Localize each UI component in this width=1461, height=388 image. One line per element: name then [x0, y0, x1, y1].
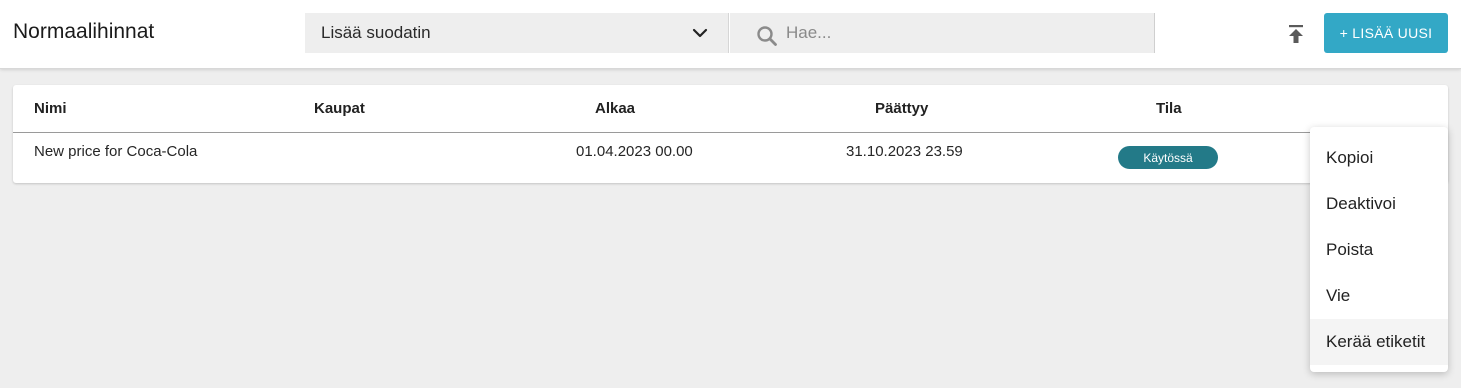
row-start-date: 01.04.2023 00.00 — [576, 143, 693, 160]
menu-item-collect-labels[interactable]: Kerää etiketit — [1310, 319, 1448, 365]
top-bar: Normaalihinnat Lisää suodatin + LISÄÄ UU… — [0, 0, 1461, 69]
menu-item-deactivate[interactable]: Deaktivoi — [1310, 181, 1448, 227]
add-new-button[interactable]: + LISÄÄ UUSI — [1324, 13, 1448, 53]
add-filter-label: Lisää suodatin — [321, 23, 431, 42]
menu-item-delete[interactable]: Poista — [1310, 227, 1448, 273]
menu-item-copy[interactable]: Kopioi — [1310, 135, 1448, 181]
status-badge: Käytössä — [1118, 146, 1218, 169]
column-header-stores[interactable]: Kaupat — [314, 100, 365, 117]
upload-icon[interactable] — [1285, 22, 1307, 46]
column-header-start[interactable]: Alkaa — [595, 100, 635, 117]
price-table: Nimi Kaupat Alkaa Päättyy Tila New price… — [13, 85, 1448, 183]
row-end-date: 31.10.2023 23.59 — [846, 143, 963, 160]
row-context-menu: Kopioi Deaktivoi Poista Vie Kerää etiket… — [1310, 127, 1448, 372]
chevron-down-icon — [692, 28, 708, 38]
row-name: New price for Coca-Cola — [34, 143, 198, 160]
column-header-end[interactable]: Päättyy — [875, 100, 928, 117]
column-header-status[interactable]: Tila — [1156, 100, 1182, 117]
menu-item-export[interactable]: Vie — [1310, 273, 1448, 319]
search-icon — [757, 26, 777, 46]
table-row[interactable]: New price for Coca-Cola 01.04.2023 00.00… — [13, 133, 1448, 183]
search-input[interactable] — [786, 13, 1136, 53]
column-header-name[interactable]: Nimi — [34, 100, 67, 117]
page-title: Normaalihinnat — [13, 20, 155, 43]
table-header: Nimi Kaupat Alkaa Päättyy Tila — [13, 85, 1448, 133]
search-box — [730, 13, 1155, 53]
add-filter-select[interactable]: Lisää suodatin — [305, 13, 729, 53]
